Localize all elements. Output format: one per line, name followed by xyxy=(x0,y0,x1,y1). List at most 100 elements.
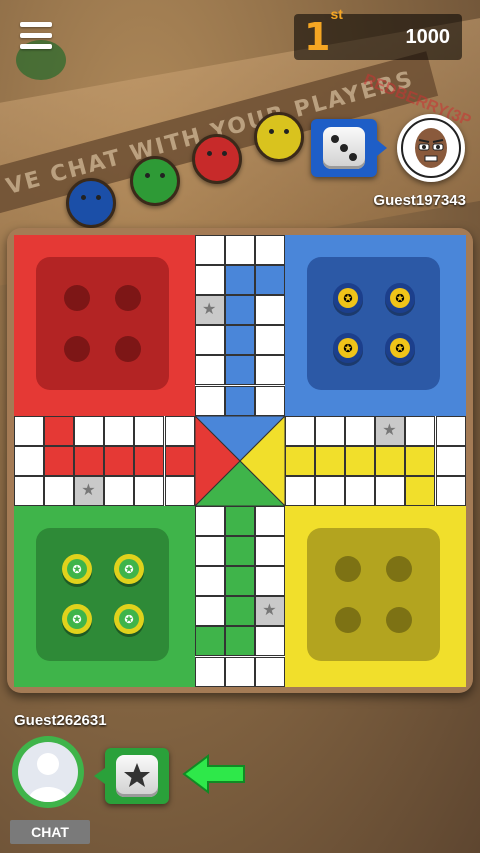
bald-man-avatar-icon xyxy=(401,118,461,178)
green-token[interactable]: ✪ xyxy=(62,554,92,584)
blue-home-yard: ✪ ✪ ✪ ✪ xyxy=(307,257,440,390)
green-token[interactable]: ✪ xyxy=(114,554,144,584)
center-finish-area xyxy=(195,416,285,506)
board-cell: ★ xyxy=(375,416,406,446)
board-cell xyxy=(255,506,286,536)
yellow-track-cell xyxy=(405,446,436,477)
board-cell xyxy=(285,416,315,446)
star-icon: ✪ xyxy=(390,338,410,358)
board-cell xyxy=(104,416,135,446)
board-cell xyxy=(435,476,466,507)
green-track-cell xyxy=(225,596,256,627)
board-cell xyxy=(195,325,225,356)
board-cell xyxy=(285,476,315,507)
board-cell xyxy=(195,656,225,687)
blue-token[interactable]: ✪ xyxy=(385,333,415,363)
board-cell xyxy=(195,566,225,597)
rank-score-panel: 1st 1000 xyxy=(294,6,462,60)
yellow-track-cell xyxy=(285,446,315,477)
blue-sad-smiley-icon xyxy=(66,178,116,228)
opponent-dice-panel xyxy=(311,119,387,177)
blue-token[interactable]: ✪ xyxy=(333,283,363,313)
star-icon: ✪ xyxy=(119,559,139,579)
turn-indicator-arrow-icon xyxy=(182,754,245,794)
blue-token[interactable]: ✪ xyxy=(333,333,363,363)
green-track-cell xyxy=(225,506,256,536)
board-cell xyxy=(164,416,195,446)
player-avatar[interactable] xyxy=(18,742,78,802)
red-track-cell xyxy=(44,416,75,446)
green-smiley-icon xyxy=(130,156,180,206)
board-cell xyxy=(255,385,286,416)
chat-button[interactable]: CHAT xyxy=(10,820,90,844)
board-cell xyxy=(134,476,165,507)
board-cell xyxy=(255,536,286,567)
star-icon: ✪ xyxy=(390,288,410,308)
red-home-yard xyxy=(36,257,169,390)
safe-star-icon: ★ xyxy=(202,301,217,319)
board-cell xyxy=(255,325,286,356)
star-icon: ✪ xyxy=(338,288,358,308)
board-cell xyxy=(74,416,105,446)
board-cell xyxy=(255,235,286,265)
safe-star-icon: ★ xyxy=(81,482,96,500)
red-track-cell xyxy=(74,446,105,477)
red-angry-smiley-icon xyxy=(192,134,242,184)
board-cell: ★ xyxy=(255,596,286,627)
ludo-board: ✪ ✪ ✪ ✪ ✪ ✪ ✪ ✪ ★ ★ ★ ★ xyxy=(14,235,466,687)
board-cell xyxy=(195,355,225,386)
board-cell xyxy=(345,476,376,507)
board-cell xyxy=(195,536,225,567)
blue-token[interactable]: ✪ xyxy=(385,283,415,313)
green-track-cell xyxy=(195,626,225,657)
board-cell xyxy=(104,476,135,507)
board-cell xyxy=(195,265,225,296)
board-cell: ★ xyxy=(74,476,105,507)
red-track-cell xyxy=(164,446,195,477)
default-user-avatar-icon xyxy=(28,753,68,802)
player-avatar-timer-ring xyxy=(12,736,84,808)
menu-button[interactable] xyxy=(20,22,52,50)
board-cell xyxy=(345,416,376,446)
rank-number: 1 xyxy=(304,15,331,59)
board-cell xyxy=(315,416,346,446)
opponent-name: Guest197343 xyxy=(373,192,466,209)
board-cell xyxy=(225,235,256,265)
blue-track-cell xyxy=(225,295,256,326)
board-cell xyxy=(14,476,44,507)
star-icon: ✪ xyxy=(67,559,87,579)
dice-three-icon xyxy=(323,127,365,169)
star-icon: ✪ xyxy=(338,338,358,358)
board-cell xyxy=(255,626,286,657)
star-icon: ✪ xyxy=(67,609,87,629)
red-home xyxy=(14,235,195,416)
board-cell xyxy=(14,416,44,446)
blue-track-cell xyxy=(225,325,256,356)
yellow-home-yard xyxy=(307,528,440,661)
opponent-avatar[interactable] xyxy=(397,114,465,182)
player-dice-button[interactable] xyxy=(94,748,169,804)
board-cell xyxy=(255,355,286,386)
green-home-yard: ✪ ✪ ✪ ✪ xyxy=(36,528,169,661)
board-cell xyxy=(315,476,346,507)
yellow-home xyxy=(285,506,466,687)
board-cell xyxy=(195,235,225,265)
safe-star-icon: ★ xyxy=(382,422,397,439)
blue-track-cell xyxy=(225,265,256,296)
blue-track-cell xyxy=(225,355,256,386)
board-cell xyxy=(195,506,225,536)
green-token[interactable]: ✪ xyxy=(114,604,144,634)
board-cell xyxy=(375,476,406,507)
green-home: ✪ ✪ ✪ ✪ xyxy=(14,506,195,687)
green-track-cell xyxy=(225,536,256,567)
board-cell xyxy=(255,656,286,687)
rank-label: 1st xyxy=(304,6,343,59)
green-token[interactable]: ✪ xyxy=(62,604,92,634)
yellow-track-cell xyxy=(315,446,346,477)
board-cell xyxy=(225,656,256,687)
star-dice-icon xyxy=(116,755,158,797)
board-cell xyxy=(435,446,466,477)
red-track-cell xyxy=(134,446,165,477)
board-cell: ★ xyxy=(195,295,225,326)
board-cell xyxy=(195,385,225,416)
